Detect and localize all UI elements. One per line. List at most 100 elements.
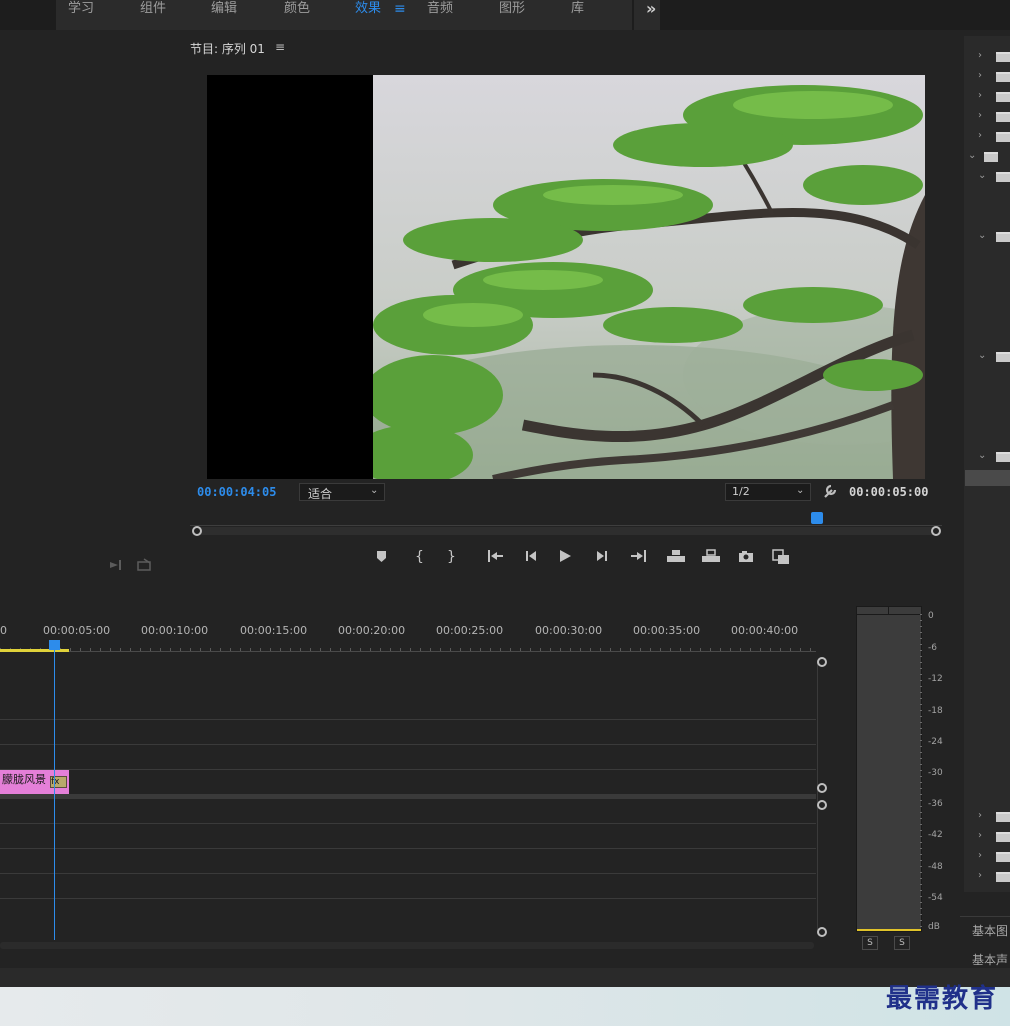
zoom-handle-left[interactable] — [192, 526, 202, 536]
tab-audio[interactable]: 音频 — [427, 0, 453, 22]
tab-libraries[interactable]: 库 — [571, 0, 584, 22]
audio-zoom-handle-top[interactable] — [817, 800, 827, 810]
program-menu-icon[interactable]: ≡ — [275, 40, 285, 54]
essential-sound-tab[interactable]: 基本声 — [972, 951, 1008, 968]
compare-icon — [772, 549, 789, 564]
video-zoom-handle-top[interactable] — [817, 657, 827, 667]
effects-panel: 基本图 基本声 — [960, 36, 1010, 967]
program-title[interactable]: 节目: 序列 01 — [190, 40, 265, 57]
folder-icon — [996, 52, 1010, 62]
tab-effects[interactable]: 效果 — [355, 0, 381, 22]
solo-left-button[interactable]: S — [862, 936, 878, 950]
meter-scale-label: -24 — [928, 737, 943, 747]
meter-scale-label: -18 — [928, 706, 943, 716]
audio-icon — [110, 560, 121, 570]
tab-menu-icon[interactable]: ≡ — [394, 0, 406, 22]
go-to-out-icon — [631, 550, 646, 562]
fx-badge: fx — [50, 776, 67, 788]
fit-dropdown[interactable]: 适合 ⌄ — [299, 483, 385, 501]
effects-subfolder[interactable]: ⌄ — [976, 450, 1010, 464]
tabs-overflow-icon[interactable]: » — [646, 0, 656, 22]
video-clip[interactable]: 朦胧风景 fx — [0, 770, 69, 794]
folder-icon — [996, 132, 1010, 142]
export-icon — [137, 558, 151, 571]
ruler-label: 00:00:15:00 — [240, 624, 308, 637]
vertical-zoom-track — [817, 660, 818, 930]
chevron-right-icon: › — [978, 110, 982, 121]
tab-divider — [632, 0, 634, 30]
effects-subfolder[interactable]: ⌄ — [976, 230, 1010, 244]
mark-in-icon: { — [415, 549, 424, 565]
meter-scale-label: -42 — [928, 830, 943, 840]
effects-folder[interactable]: › — [976, 810, 1010, 824]
video-zoom-handle-bottom[interactable] — [817, 783, 827, 793]
meter-scale-label: -12 — [928, 674, 943, 684]
step-back-icon — [526, 551, 536, 561]
marker-icon — [377, 551, 386, 562]
audio-zoom-handle-bottom[interactable] — [817, 927, 827, 937]
solo-right-button[interactable]: S — [894, 936, 910, 950]
ruler-label: 00:00:40:00 — [731, 624, 799, 637]
play-icon — [560, 550, 571, 562]
meter-scale-label: 0 — [928, 611, 934, 621]
effects-folder[interactable]: › — [976, 850, 1010, 864]
timeline-panel — [0, 580, 838, 964]
chevron-right-icon: › — [978, 830, 982, 841]
tab-learn[interactable]: 学习 — [68, 0, 94, 22]
meter-scale-label: -6 — [928, 643, 937, 653]
meter-floor — [857, 929, 921, 931]
tab-graphics[interactable]: 图形 — [499, 0, 525, 22]
resolution-label: 1/2 — [732, 485, 750, 498]
program-monitor: 节目: 序列 01 ≡ 00:00:04:05 适合 ⌄ 1/2 ⌄ 00:00… — [178, 36, 954, 574]
current-timecode[interactable]: 00:00:04:05 — [197, 485, 276, 499]
tab-color[interactable]: 颜色 — [284, 0, 310, 22]
tab-editing[interactable]: 编辑 — [211, 0, 237, 22]
effects-folder-expanded[interactable]: ⌄ — [966, 150, 1000, 164]
video-audio-divider[interactable] — [0, 794, 816, 799]
track-divider — [0, 769, 816, 770]
effects-folder[interactable]: › — [976, 130, 1010, 144]
track-divider — [0, 898, 816, 899]
clip-indicator[interactable] — [857, 607, 889, 615]
wrench-icon[interactable] — [822, 483, 838, 499]
ruler-label: 00:00:05:00 — [43, 624, 111, 637]
effects-folder[interactable]: › — [976, 110, 1010, 124]
clip-indicator[interactable] — [889, 607, 921, 615]
timeline-ruler[interactable] — [0, 640, 816, 652]
chevron-down-icon: ⌄ — [978, 450, 987, 461]
folder-icon — [996, 812, 1010, 822]
ruler-label-start: 0 — [0, 624, 7, 637]
effects-folder[interactable]: › — [976, 870, 1010, 884]
zoom-scrollbar[interactable] — [197, 527, 937, 535]
effects-folder[interactable]: › — [976, 830, 1010, 844]
effects-subfolder[interactable]: ⌄ — [976, 350, 1010, 364]
resolution-dropdown[interactable]: 1/2 ⌄ — [725, 483, 811, 501]
program-ruler[interactable] — [190, 512, 942, 526]
folder-icon — [996, 832, 1010, 842]
tab-assembly[interactable]: 组件 — [140, 0, 166, 22]
go-to-in-icon — [488, 550, 503, 562]
zoom-handle-right[interactable] — [931, 526, 941, 536]
workspace-tabs: 学习 组件 编辑 颜色 效果 ≡ 音频 图形 库 » — [56, 0, 660, 30]
transport-controls: { } — [377, 549, 789, 565]
effects-folder[interactable]: › — [976, 70, 1010, 84]
folder-icon — [996, 72, 1010, 82]
fit-label: 适合 — [308, 487, 333, 501]
mark-out-icon: } — [447, 549, 456, 565]
meter-scale-label: -48 — [928, 862, 943, 872]
timeline-playhead-head[interactable] — [49, 640, 60, 650]
meter-scale-label: -54 — [928, 893, 943, 903]
timeline-scrollbar[interactable] — [0, 942, 814, 949]
essential-graphics-tab[interactable]: 基本图 — [972, 922, 1008, 939]
effects-folder[interactable]: › — [976, 90, 1010, 104]
effects-folder[interactable]: › — [976, 50, 1010, 64]
ruler-label: 00:00:35:00 — [633, 624, 701, 637]
effects-subfolder[interactable]: ⌄ — [976, 170, 1010, 184]
ruler-label: 00:00:20:00 — [338, 624, 406, 637]
effects-list-selected-row[interactable] — [965, 470, 1010, 486]
ruler-label: 00:00:30:00 — [535, 624, 603, 637]
duration-timecode: 00:00:05:00 — [849, 485, 929, 499]
folder-icon — [984, 152, 998, 162]
track-divider — [0, 848, 816, 849]
program-playhead[interactable] — [811, 512, 823, 524]
